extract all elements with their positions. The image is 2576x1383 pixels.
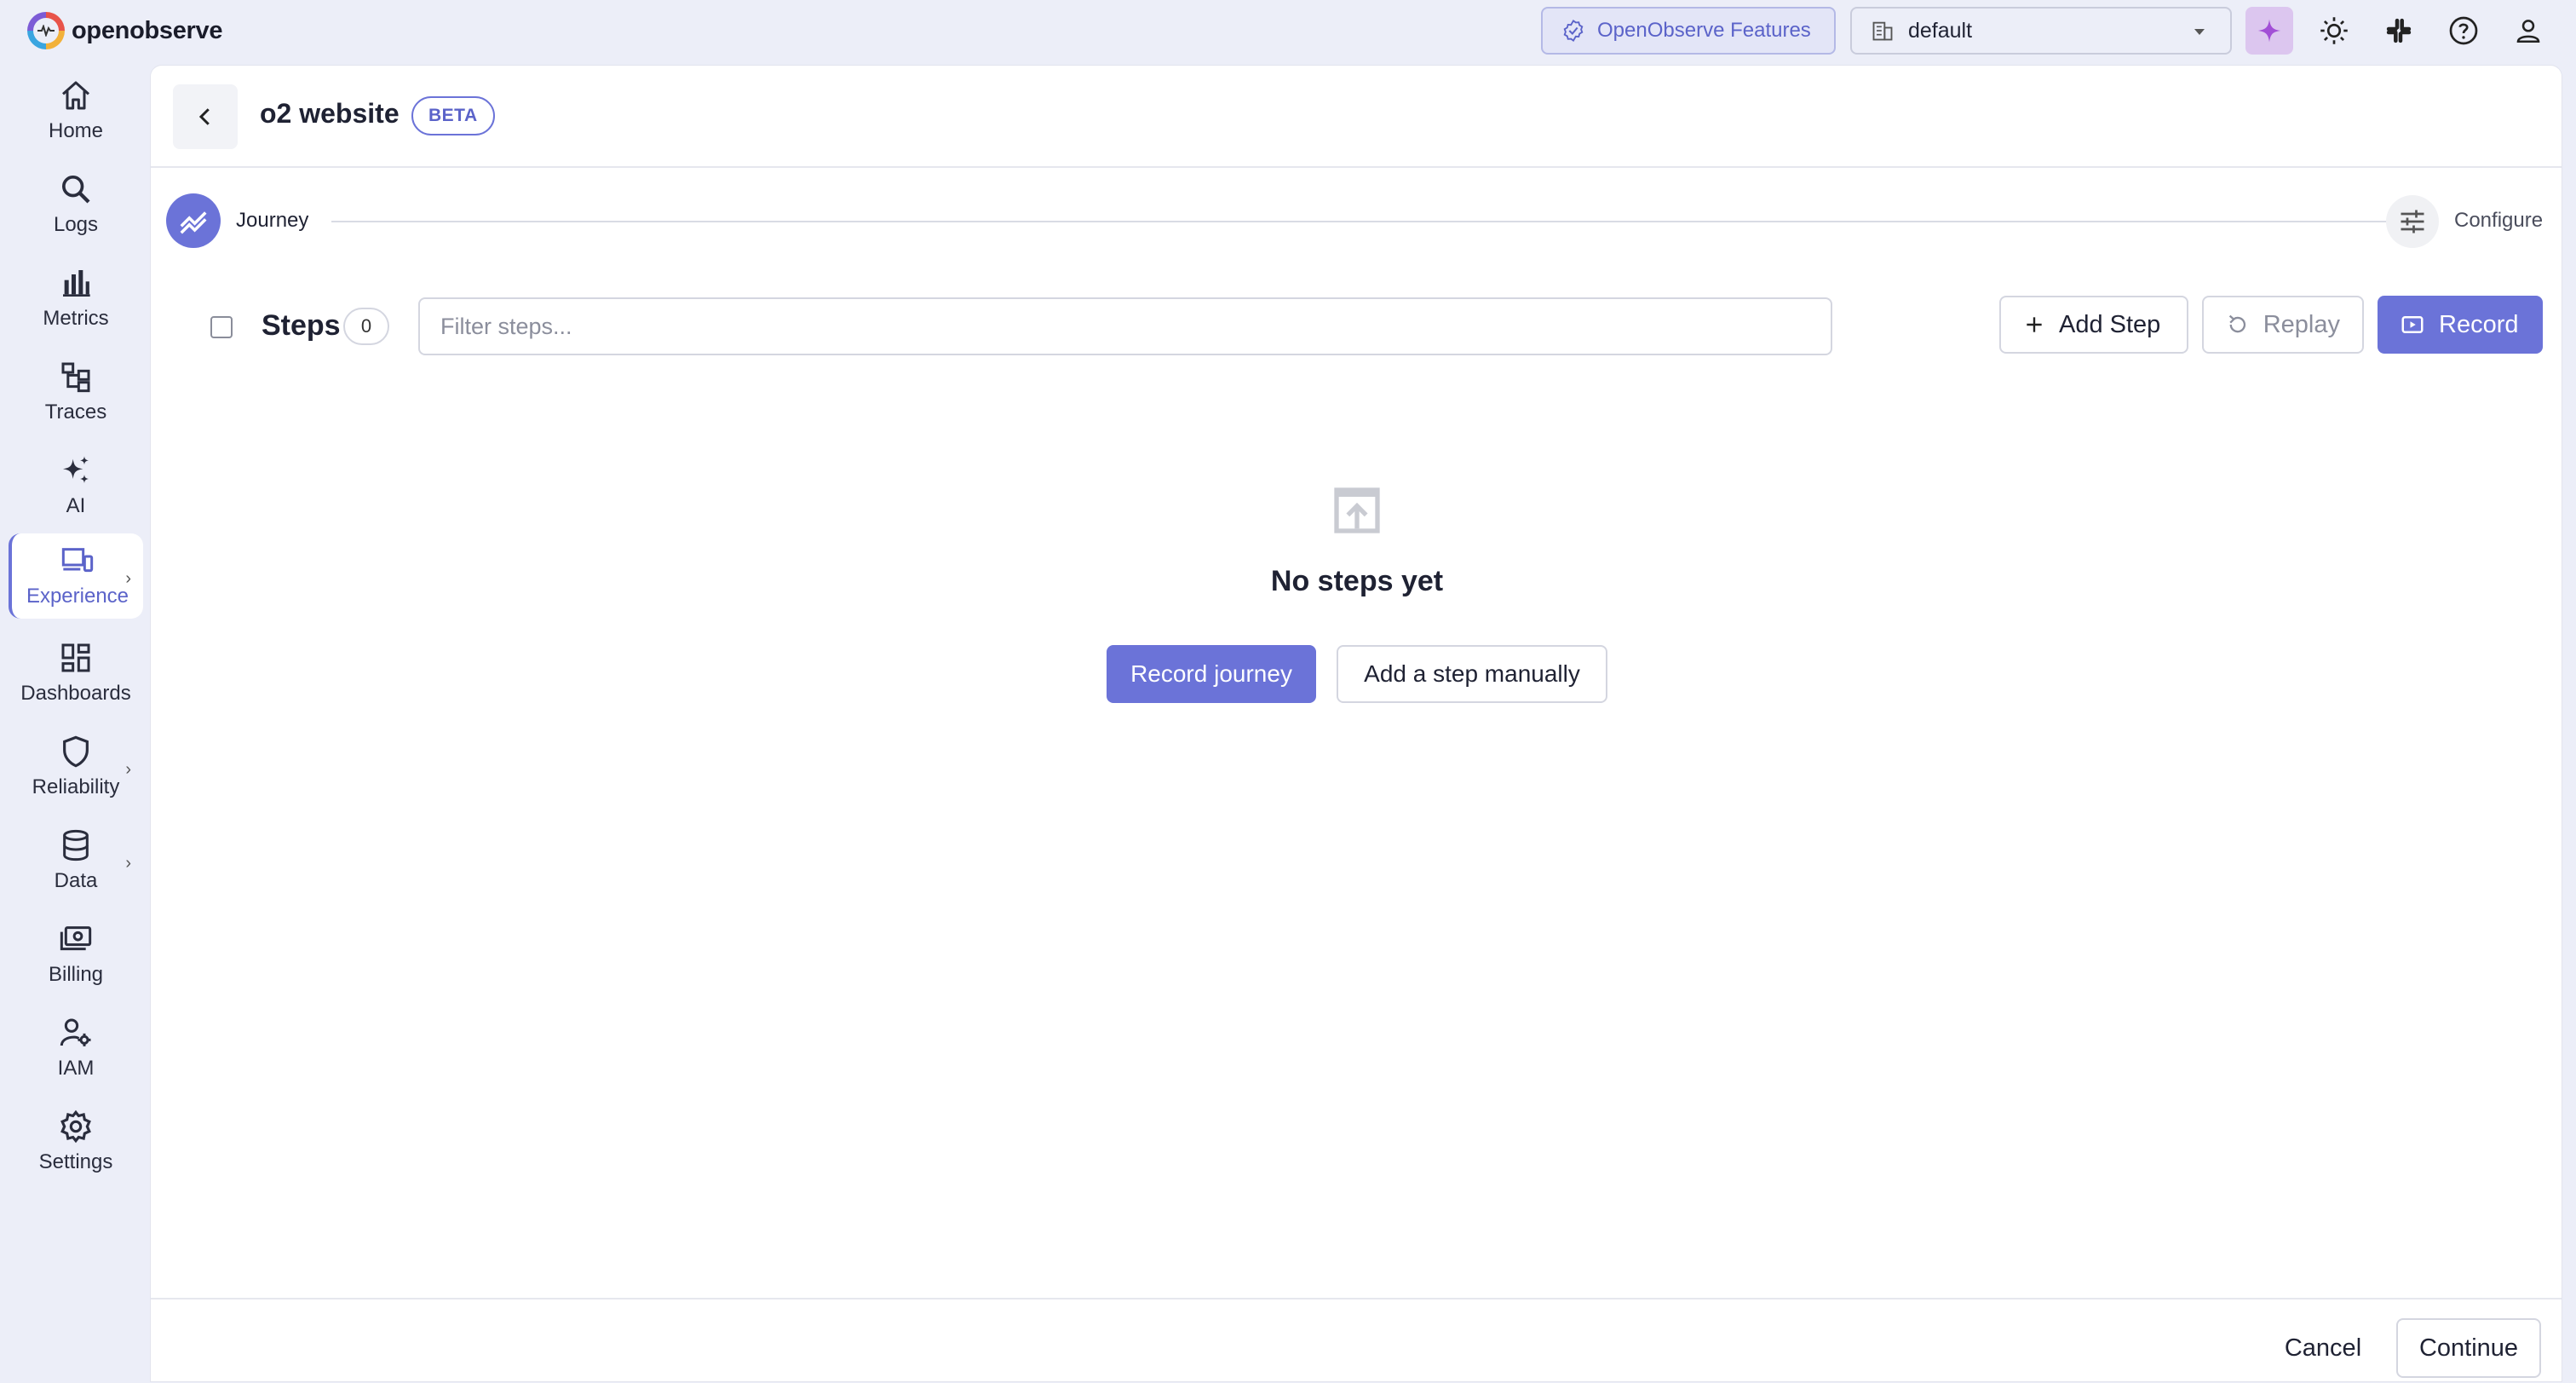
slack-button[interactable] [2375, 7, 2423, 55]
gear-icon [60, 1109, 91, 1144]
chevron-down-icon [2194, 29, 2205, 35]
sidebar-item-traces[interactable]: Traces [9, 349, 143, 435]
add-step-label: Add Step [2059, 310, 2161, 338]
ai-assistant-button[interactable] [2245, 7, 2293, 55]
user-icon [2516, 20, 2540, 43]
sidebar-item-label: Settings [38, 1150, 113, 1173]
add-step-button[interactable]: Add Step [1999, 296, 2188, 354]
upload-box-icon [1334, 487, 1380, 533]
sidebar-item-ai[interactable]: AI [9, 443, 143, 528]
database-icon [63, 829, 89, 861]
sidebar-item-iam[interactable]: IAM [9, 1006, 143, 1091]
user-menu-button[interactable] [2504, 7, 2552, 55]
chevron-right-icon: › [125, 569, 131, 588]
filter-steps-input[interactable] [418, 297, 1832, 355]
building-icon [1872, 21, 1893, 41]
sun-icon [2320, 17, 2348, 44]
devices-icon [61, 548, 94, 573]
continue-button[interactable]: Continue [2396, 1318, 2541, 1378]
theme-toggle-button[interactable] [2310, 7, 2358, 55]
top-bar: openobserve OpenObserve Features default [0, 0, 2576, 61]
slack-icon [2386, 18, 2412, 43]
stepper-divider [331, 221, 2393, 222]
cancel-button[interactable]: Cancel [2263, 1318, 2383, 1378]
main-panel: o2 website BETA Journey Configure Steps … [150, 65, 2562, 1382]
empty-state-title: No steps yet [1270, 565, 1444, 597]
sidebar-item-logs[interactable]: Logs [9, 162, 143, 247]
sidebar-item-label: Billing [48, 963, 104, 986]
help-circle-icon [2449, 16, 2478, 45]
sidebar-item-label: Data [54, 869, 98, 892]
back-button[interactable] [173, 84, 238, 149]
org-selected-value: default [1908, 18, 1973, 43]
logo-text: openobserve [72, 16, 223, 44]
page-title: o2 website [260, 98, 400, 129]
sidebar-item-label: IAM [57, 1057, 95, 1080]
sidebar-item-data[interactable]: Data › [9, 818, 143, 903]
replay-icon [2228, 314, 2246, 333]
journey-step-icon[interactable] [166, 193, 221, 248]
features-label: OpenObserve Features [1597, 19, 1811, 42]
steps-count-badge: 0 [343, 308, 389, 345]
page-header: o2 website BETA [151, 66, 2562, 168]
step-label-configure: Configure [2454, 209, 2544, 232]
chevron-right-icon: › [125, 760, 131, 779]
sidebar-item-label: Traces [44, 400, 107, 424]
sidebar-item-label: Experience [26, 585, 129, 608]
record-journey-button[interactable]: Record journey [1107, 645, 1316, 703]
plus-icon [2027, 317, 2042, 332]
sidebar-item-settings[interactable]: Settings [9, 1099, 143, 1184]
logo[interactable]: openobserve [27, 12, 223, 49]
sidebar-item-experience[interactable]: Experience › [9, 533, 143, 619]
sidebar-item-label: Home [48, 119, 104, 142]
billing-icon [60, 926, 92, 951]
beta-badge: BETA [411, 96, 495, 135]
trend-icon [180, 211, 207, 234]
configure-step-button[interactable] [2386, 195, 2439, 248]
sparkle-icon [2257, 19, 2281, 43]
record-button[interactable]: Record [2378, 296, 2543, 354]
dialog-footer: Cancel Continue [151, 1298, 2562, 1383]
steps-heading: Steps [262, 309, 341, 342]
sidebar-item-label: Dashboards [20, 682, 131, 705]
chevron-right-icon: › [125, 854, 131, 873]
record-label: Record [2439, 310, 2519, 338]
sidebar-item-label: Reliability [32, 775, 120, 798]
traces-icon [61, 362, 90, 393]
dashboard-icon [61, 643, 90, 672]
select-all-checkbox[interactable] [210, 316, 233, 338]
search-icon [62, 176, 90, 204]
sidebar-item-metrics[interactable]: Metrics [9, 256, 143, 341]
sidebar-item-home[interactable]: Home [9, 68, 143, 153]
sidebar-item-dashboards[interactable]: Dashboards [9, 631, 143, 716]
replay-label: Replay [2263, 310, 2340, 338]
openobserve-features-button[interactable]: OpenObserve Features [1541, 7, 1836, 55]
sidebar-item-label: Metrics [43, 307, 109, 330]
steps-toolbar: Steps 0 Add Step Replay Record [151, 296, 2562, 355]
organization-select[interactable]: default [1850, 7, 2232, 55]
stepper: Journey Configure [166, 193, 2551, 250]
sidebar-item-label: Logs [53, 213, 99, 236]
sliders-icon [2401, 210, 2424, 233]
sidebar-item-reliability[interactable]: Reliability › [9, 724, 143, 810]
badge-check-icon [1563, 19, 1584, 43]
shield-icon [63, 735, 89, 768]
step-label-journey: Journey [236, 209, 309, 232]
chevron-left-icon [198, 108, 210, 125]
help-button[interactable] [2440, 7, 2487, 55]
home-icon [62, 81, 89, 110]
user-gear-icon [60, 1018, 91, 1046]
bar-chart-icon [63, 270, 90, 297]
sparkle-icon [63, 456, 89, 483]
add-step-manually-button[interactable]: Add a step manually [1337, 645, 1607, 703]
sidebar-item-billing[interactable]: Billing [9, 912, 143, 997]
sidebar-item-label: AI [66, 494, 86, 517]
openobserve-logo-icon [27, 12, 65, 49]
video-record-icon [2401, 316, 2424, 333]
replay-button[interactable]: Replay [2202, 296, 2364, 354]
